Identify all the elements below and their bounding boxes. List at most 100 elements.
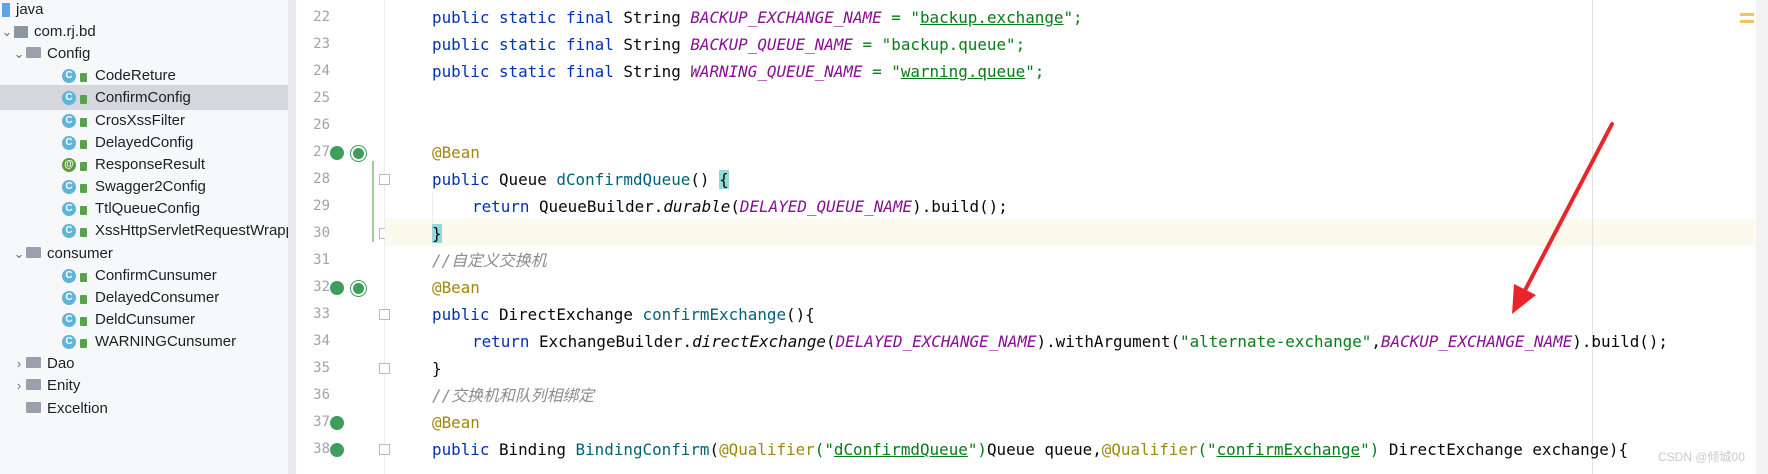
chevron-right-icon[interactable]: ›: [12, 356, 26, 371]
package-icon: [14, 25, 28, 38]
folder-icon: [26, 47, 41, 58]
lock-icon: [80, 206, 87, 215]
class-icon: C: [62, 290, 76, 305]
fold-toggle-icon[interactable]: [379, 444, 390, 455]
folder-icon: [26, 357, 41, 368]
class-icon: C: [62, 68, 76, 83]
annotation-icon: @: [62, 157, 76, 172]
editor-scrollbar[interactable]: [1756, 0, 1768, 474]
line-number: 26: [313, 117, 330, 133]
tree-item-label: DelayedConfig: [95, 134, 194, 151]
spring-bean-icon[interactable]: [330, 416, 344, 430]
line-number: 23: [313, 36, 330, 52]
lock-icon: [80, 184, 87, 193]
class-icon: C: [62, 201, 76, 216]
code-comment[interactable]: //自定义交换机: [432, 247, 546, 274]
code-line[interactable]: public Binding BindingConfirm(@Qualifier…: [432, 436, 1628, 463]
tree-item-label: Swagger2Config: [95, 178, 206, 195]
vcs-change-marker[interactable]: [372, 161, 374, 242]
spring-bean-icon[interactable]: [330, 281, 344, 295]
line-number: 28: [313, 171, 330, 187]
tree-item-class[interactable]: C XssHttpServletRequestWrapp: [0, 218, 296, 243]
code-line[interactable]: @Bean: [432, 409, 480, 436]
code-line[interactable]: @Bean: [432, 139, 480, 166]
code-line[interactable]: return ExchangeBuilder.directExchange(DE…: [472, 328, 1668, 355]
fold-toggle-icon[interactable]: [379, 363, 390, 374]
folder-icon: [26, 402, 41, 413]
lock-icon: [80, 273, 87, 282]
class-icon: C: [62, 179, 76, 194]
class-icon: C: [62, 334, 76, 349]
code-line[interactable]: }: [432, 355, 442, 382]
warning-marker[interactable]: [1740, 20, 1754, 23]
lock-icon: [80, 162, 87, 171]
code-line[interactable]: public static final String BACKUP_QUEUE_…: [432, 31, 1025, 58]
folder-icon: [26, 247, 41, 258]
tree-item-label: DelayedConsumer: [95, 289, 220, 306]
lock-icon: [80, 118, 87, 127]
line-number: 27: [313, 144, 330, 160]
tree-scrollbar[interactable]: [288, 0, 296, 474]
line-number: 31: [313, 252, 330, 268]
line-number: 35: [313, 360, 330, 376]
lock-icon: [80, 140, 87, 149]
tree-item-exception[interactable]: Exceltion: [0, 396, 296, 421]
class-icon: C: [62, 113, 76, 128]
code-line[interactable]: public static final String WARNING_QUEUE…: [432, 58, 1044, 85]
fold-toggle-icon[interactable]: [379, 174, 390, 185]
line-number: 32: [313, 279, 330, 295]
spring-bean-icon[interactable]: [330, 146, 344, 160]
code-line[interactable]: return QueueBuilder.durable(DELAYED_QUEU…: [472, 193, 1008, 220]
tree-item-label: Dao: [47, 355, 75, 372]
code-line[interactable]: }: [432, 220, 442, 247]
tree-item-label: WARNINGCunsumer: [95, 333, 237, 350]
line-number: 25: [313, 90, 330, 106]
spring-bean-icon[interactable]: [330, 443, 344, 457]
tree-item-label: XssHttpServletRequestWrapp: [95, 222, 294, 239]
tree-item-label: CrosXssFilter: [95, 112, 186, 129]
tree-item-enity[interactable]: › Enity: [0, 373, 296, 398]
code-line[interactable]: public static final String BACKUP_EXCHAN…: [432, 4, 1083, 31]
tree-item-label: Config: [47, 45, 91, 62]
lock-icon: [80, 73, 87, 82]
line-number: 38: [313, 441, 330, 457]
tree-item-label: ConfirmConfig: [95, 89, 191, 106]
tree-item-label: CodeReture: [95, 67, 176, 84]
chevron-down-icon[interactable]: ⌄: [0, 24, 14, 40]
line-number: 22: [313, 9, 330, 25]
code-line[interactable]: public DirectExchange confirmExchange(){: [432, 301, 815, 328]
warning-marker[interactable]: [1740, 13, 1754, 16]
code-comment[interactable]: //交换机和队列相绑定: [432, 382, 594, 409]
code-line[interactable]: public Queue dConfirmdQueue() {: [432, 166, 729, 193]
chevron-down-icon[interactable]: ⌄: [12, 246, 26, 262]
code-line[interactable]: @Bean: [432, 274, 480, 301]
chevron-down-icon[interactable]: ⌄: [12, 46, 26, 62]
run-gutter-icon[interactable]: [351, 146, 366, 161]
lock-icon: [80, 95, 87, 104]
tree-item-label: com.rj.bd: [34, 23, 96, 40]
lock-icon: [80, 228, 87, 237]
tree-item-label: ConfirmCunsumer: [95, 267, 217, 284]
project-tree-panel: java ⌄ com.rj.bd ⌄ Config C CodeReture C…: [0, 0, 296, 474]
tree-item-label: TtlQueueConfig: [95, 200, 201, 217]
folder-icon: [26, 379, 41, 390]
tree-item-class-selected[interactable]: C ConfirmConfig: [0, 85, 296, 110]
watermark: CSDN @倾城00: [1658, 450, 1745, 464]
line-number: 30: [313, 225, 330, 241]
fold-toggle-icon[interactable]: [379, 309, 390, 320]
line-number: 33: [313, 306, 330, 322]
line-number: 37: [313, 414, 330, 430]
line-number: 34: [313, 333, 330, 349]
class-icon: C: [62, 223, 76, 238]
tree-item-label: ResponseResult: [95, 156, 206, 173]
line-number: 36: [313, 387, 330, 403]
source-folder-icon: [2, 2, 10, 17]
lock-icon: [80, 295, 87, 304]
line-number: 24: [313, 63, 330, 79]
tree-item-label: Enity: [47, 377, 81, 394]
class-icon: C: [62, 135, 76, 150]
run-gutter-icon[interactable]: [351, 281, 366, 296]
class-icon: C: [62, 268, 76, 283]
tree-item-label: java: [16, 1, 44, 18]
chevron-right-icon[interactable]: ›: [12, 378, 26, 393]
